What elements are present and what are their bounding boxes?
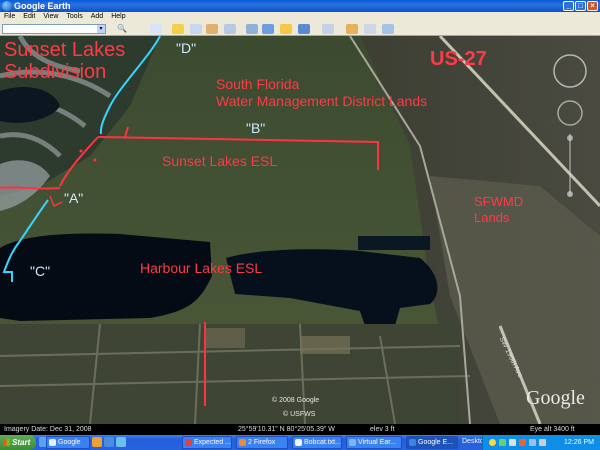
label-d: "D" [176, 40, 197, 56]
sidebar-toggle-icon[interactable] [150, 24, 162, 34]
quicklaunch-folder-icon[interactable] [92, 437, 102, 447]
label-sunset-lakes-subdivision: Sunset Lakes Subdivision [4, 39, 126, 83]
task-expected[interactable]: Expected ... [182, 436, 232, 449]
eye-altitude: Eye alt 3400 ft [530, 426, 575, 433]
search-icon[interactable]: 🔍 [116, 24, 128, 34]
label-c: "C" [30, 263, 51, 279]
menu-help[interactable]: Help [111, 12, 125, 22]
menu-add[interactable]: Add [91, 12, 103, 22]
label-us27: US-27 [430, 48, 487, 70]
menu-tools[interactable]: Tools [66, 12, 82, 22]
label-sunset-lakes-esl: Sunset Lakes ESL [162, 153, 278, 169]
line-a [0, 186, 61, 190]
label-sfwmd-district: South Florida Water Management District … [216, 76, 428, 109]
small-pond [358, 236, 430, 250]
window-title: Google Earth [14, 1, 71, 11]
status-bar: Imagery Date: Dec 31, 2008 25°59'10.31" … [0, 424, 600, 435]
zoom-out-icon[interactable] [567, 191, 573, 197]
placemark-icon[interactable] [172, 24, 184, 34]
firefox-icon [239, 439, 246, 446]
print-icon[interactable] [364, 24, 376, 34]
email-icon[interactable] [346, 24, 358, 34]
tray-icon-3[interactable] [509, 439, 516, 446]
sky-icon[interactable] [298, 24, 310, 34]
minimize-button[interactable]: _ [563, 1, 574, 11]
menu-file[interactable]: File [4, 12, 15, 22]
label-harbour-lakes-esl: Harbour Lakes ESL [140, 260, 263, 276]
parcel-1 [205, 328, 245, 348]
google-earth-icon [2, 1, 12, 11]
parcel-2 [300, 336, 350, 354]
imagery-date: Imagery Date: Dec 31, 2008 [4, 426, 92, 433]
tray-icon-1[interactable] [489, 439, 496, 446]
marker-dot-2 [79, 149, 83, 153]
google-logo: Google [526, 387, 585, 409]
acrobat-icon [185, 439, 192, 446]
tour-icon[interactable] [246, 24, 258, 34]
task-google-earth[interactable]: Google E... [406, 436, 458, 449]
quicklaunch-media-icon[interactable] [104, 437, 114, 447]
toolbar: ▾ 🔍 [0, 22, 600, 36]
menu-view[interactable]: View [43, 12, 58, 22]
label-sfwmd-lands: SFWMD Lands [474, 194, 524, 225]
title-bar: Google Earth _ □ × [0, 0, 600, 12]
image-overlay-icon[interactable] [224, 24, 236, 34]
clock[interactable]: 12:26 PM [564, 435, 594, 450]
firefox-icon [49, 439, 56, 446]
windows-flag-icon [3, 439, 10, 446]
tray-icon-5[interactable] [529, 439, 536, 446]
task-google[interactable]: Google [46, 436, 90, 449]
usfws-copyright: © USFWS [283, 411, 316, 418]
volume-icon[interactable] [539, 439, 546, 446]
task-bobcat[interactable]: Bobcat.txt... [292, 436, 342, 449]
coordinates: 25°59'10.31" N 80°25'05.39" W [238, 426, 335, 433]
notepad-icon [295, 439, 302, 446]
menu-bar: File Edit View Tools Add Help [0, 12, 600, 22]
ie-icon [349, 439, 356, 446]
taskbar: Start Google Expected ... 2 Firefox Bobc… [0, 435, 600, 450]
close-button[interactable]: × [587, 1, 598, 11]
google-copyright: © 2008 Google [272, 397, 320, 404]
task-firefox[interactable]: 2 Firefox [236, 436, 288, 449]
map-view[interactable]: Sunset Lakes Subdivision "D" US-27 South… [0, 36, 600, 424]
tray-icon-2[interactable] [499, 439, 506, 446]
quicklaunch-desktop-icon[interactable] [116, 437, 126, 447]
menu-edit[interactable]: Edit [23, 12, 35, 22]
google-earth-icon [409, 439, 416, 446]
google-earth-window: Google Earth _ □ × File Edit View Tools … [0, 0, 600, 450]
tray-icon-4[interactable] [519, 439, 526, 446]
start-button[interactable]: Start [0, 435, 36, 450]
label-b: "B" [246, 120, 266, 136]
zoom-in-icon[interactable] [567, 135, 573, 141]
sunlight-icon[interactable] [280, 24, 292, 34]
search-input[interactable]: ▾ [2, 24, 106, 34]
path-icon[interactable] [206, 24, 218, 34]
polygon-icon[interactable] [190, 24, 202, 34]
chevron-down-icon[interactable]: ▾ [97, 25, 105, 33]
ruler-icon[interactable] [322, 24, 334, 34]
marker-dot-1 [93, 158, 97, 162]
elevation: elev 3 ft [370, 426, 395, 433]
system-tray: 12:26 PM [482, 435, 600, 450]
maps-icon[interactable] [382, 24, 394, 34]
historical-imagery-icon[interactable] [262, 24, 274, 34]
label-a: "A" [64, 190, 84, 206]
maximize-button[interactable]: □ [575, 1, 586, 11]
task-virtual-earth[interactable]: Virtual Ear... [346, 436, 402, 449]
